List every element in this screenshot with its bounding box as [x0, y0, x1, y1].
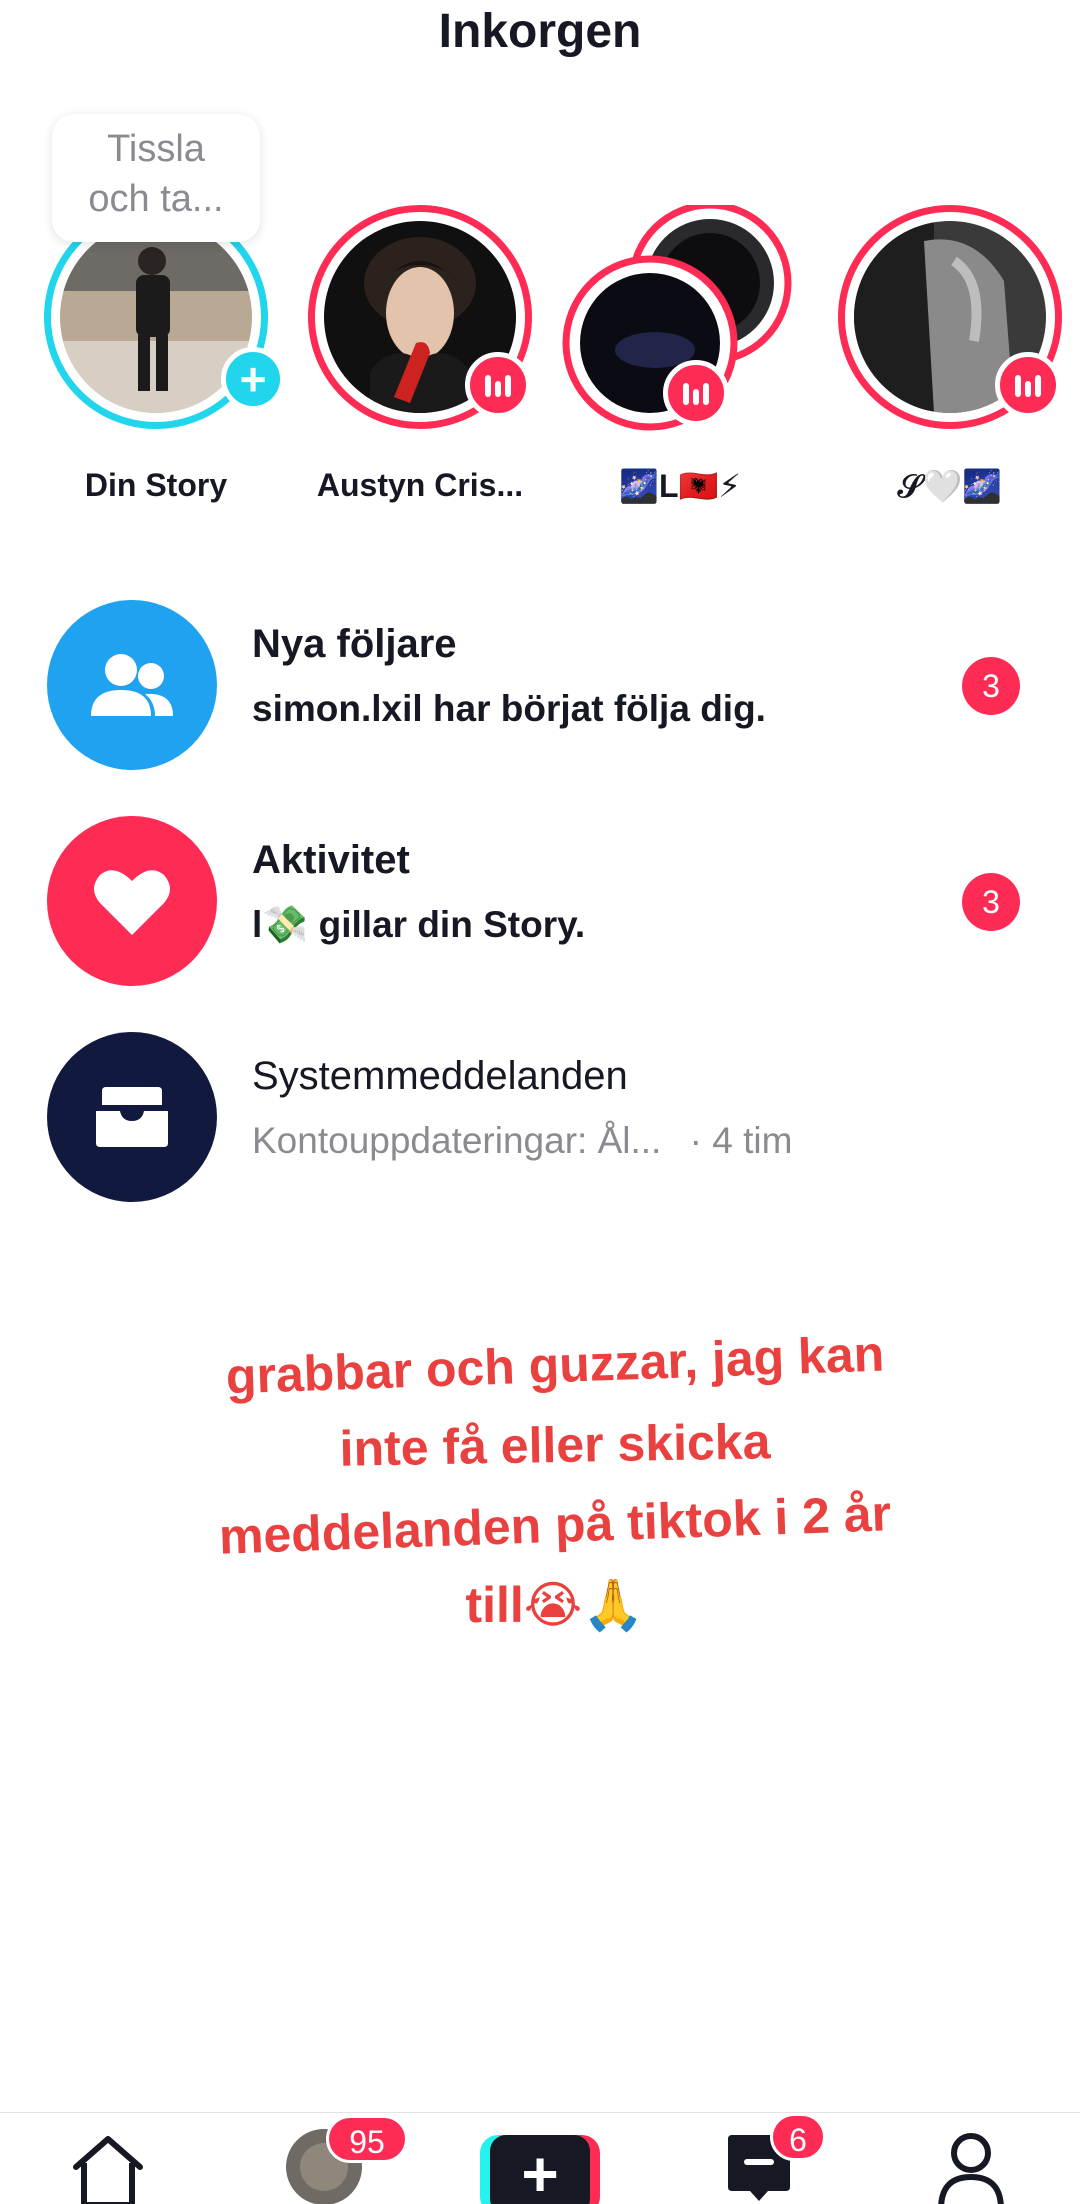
- row-preview: Kontouppdateringar: Ål...: [252, 1120, 662, 1161]
- inbox-row-new-followers[interactable]: Nya följare simon.lxil har börjat följa …: [0, 600, 1080, 780]
- row-time: · 4 tim: [689, 1120, 793, 1161]
- nav-friends[interactable]: 95: [280, 2113, 408, 2204]
- profile-icon: [938, 2133, 1004, 2204]
- row-title: Nya följare: [252, 622, 457, 666]
- followers-icon: [47, 600, 217, 770]
- nav-profile[interactable]: [930, 2113, 1030, 2204]
- row-subtitle: l💸 gillar din Story.: [252, 904, 586, 945]
- page-title: Inkorgen: [438, 5, 642, 58]
- inbox-row-system[interactable]: Systemmeddelanden Kontouppdateringar: Ål…: [0, 1032, 1080, 1212]
- story-name: Din Story: [84, 467, 228, 503]
- inbox-badge: 6: [770, 2113, 826, 2161]
- story-name: 𝒮🤍🌌: [897, 468, 1003, 504]
- inbox-tray-icon: [47, 1032, 217, 1202]
- overlay-caption: grabbar och guzzar, jag kan inte få elle…: [190, 1325, 920, 1645]
- row-subtitle: simon.lxil har börjat följa dig.: [252, 688, 766, 729]
- story-item-group[interactable]: 🌌L🇦🇱⚡: [560, 201, 800, 515]
- live-audio-icon: [995, 352, 1061, 418]
- plus-icon: +: [490, 2135, 590, 2204]
- bottom-nav: 95 + 6: [0, 2112, 1080, 2204]
- inbox-row-activity[interactable]: Aktivitet l💸 gillar din Story. 3: [0, 816, 1080, 996]
- nav-home[interactable]: [60, 2113, 160, 2204]
- story-name: 🌌L🇦🇱⚡: [619, 468, 741, 504]
- add-story-icon[interactable]: +: [221, 347, 285, 411]
- story-name: Austyn Cris...: [316, 467, 524, 503]
- stories-row: + Din Story Austyn Cris... 🌌L🇦🇱⚡ 𝒮🤍🌌 Tis…: [0, 110, 1080, 520]
- row-title: Systemmeddelanden: [252, 1054, 628, 1098]
- row-subtitle: Kontouppdateringar: Ål... · 4 tim: [252, 1120, 792, 1162]
- row-title: Aktivitet: [252, 838, 410, 882]
- story-item-4[interactable]: 𝒮🤍🌌: [830, 205, 1070, 515]
- story-item-austyn[interactable]: Austyn Cris...: [300, 205, 540, 515]
- inbox-screen: Inkorgen + Din Story Austyn Cris... 🌌L🇦🇱…: [0, 0, 1080, 2204]
- story-tooltip: Tissla och ta...: [52, 114, 260, 242]
- live-audio-icon: [465, 352, 531, 418]
- unread-count-badge: 3: [962, 657, 1020, 715]
- create-button[interactable]: +: [480, 2135, 600, 2204]
- nav-inbox[interactable]: 6: [720, 2113, 840, 2204]
- live-audio-icon: [663, 360, 729, 426]
- story-item-mine[interactable]: + Din Story: [36, 205, 285, 515]
- friends-badge: 95: [326, 2115, 408, 2163]
- unread-count-badge: 3: [962, 873, 1020, 931]
- heart-icon: [47, 816, 217, 986]
- home-icon: [73, 2136, 143, 2204]
- caption-line: till😭🙏: [465, 1577, 645, 1633]
